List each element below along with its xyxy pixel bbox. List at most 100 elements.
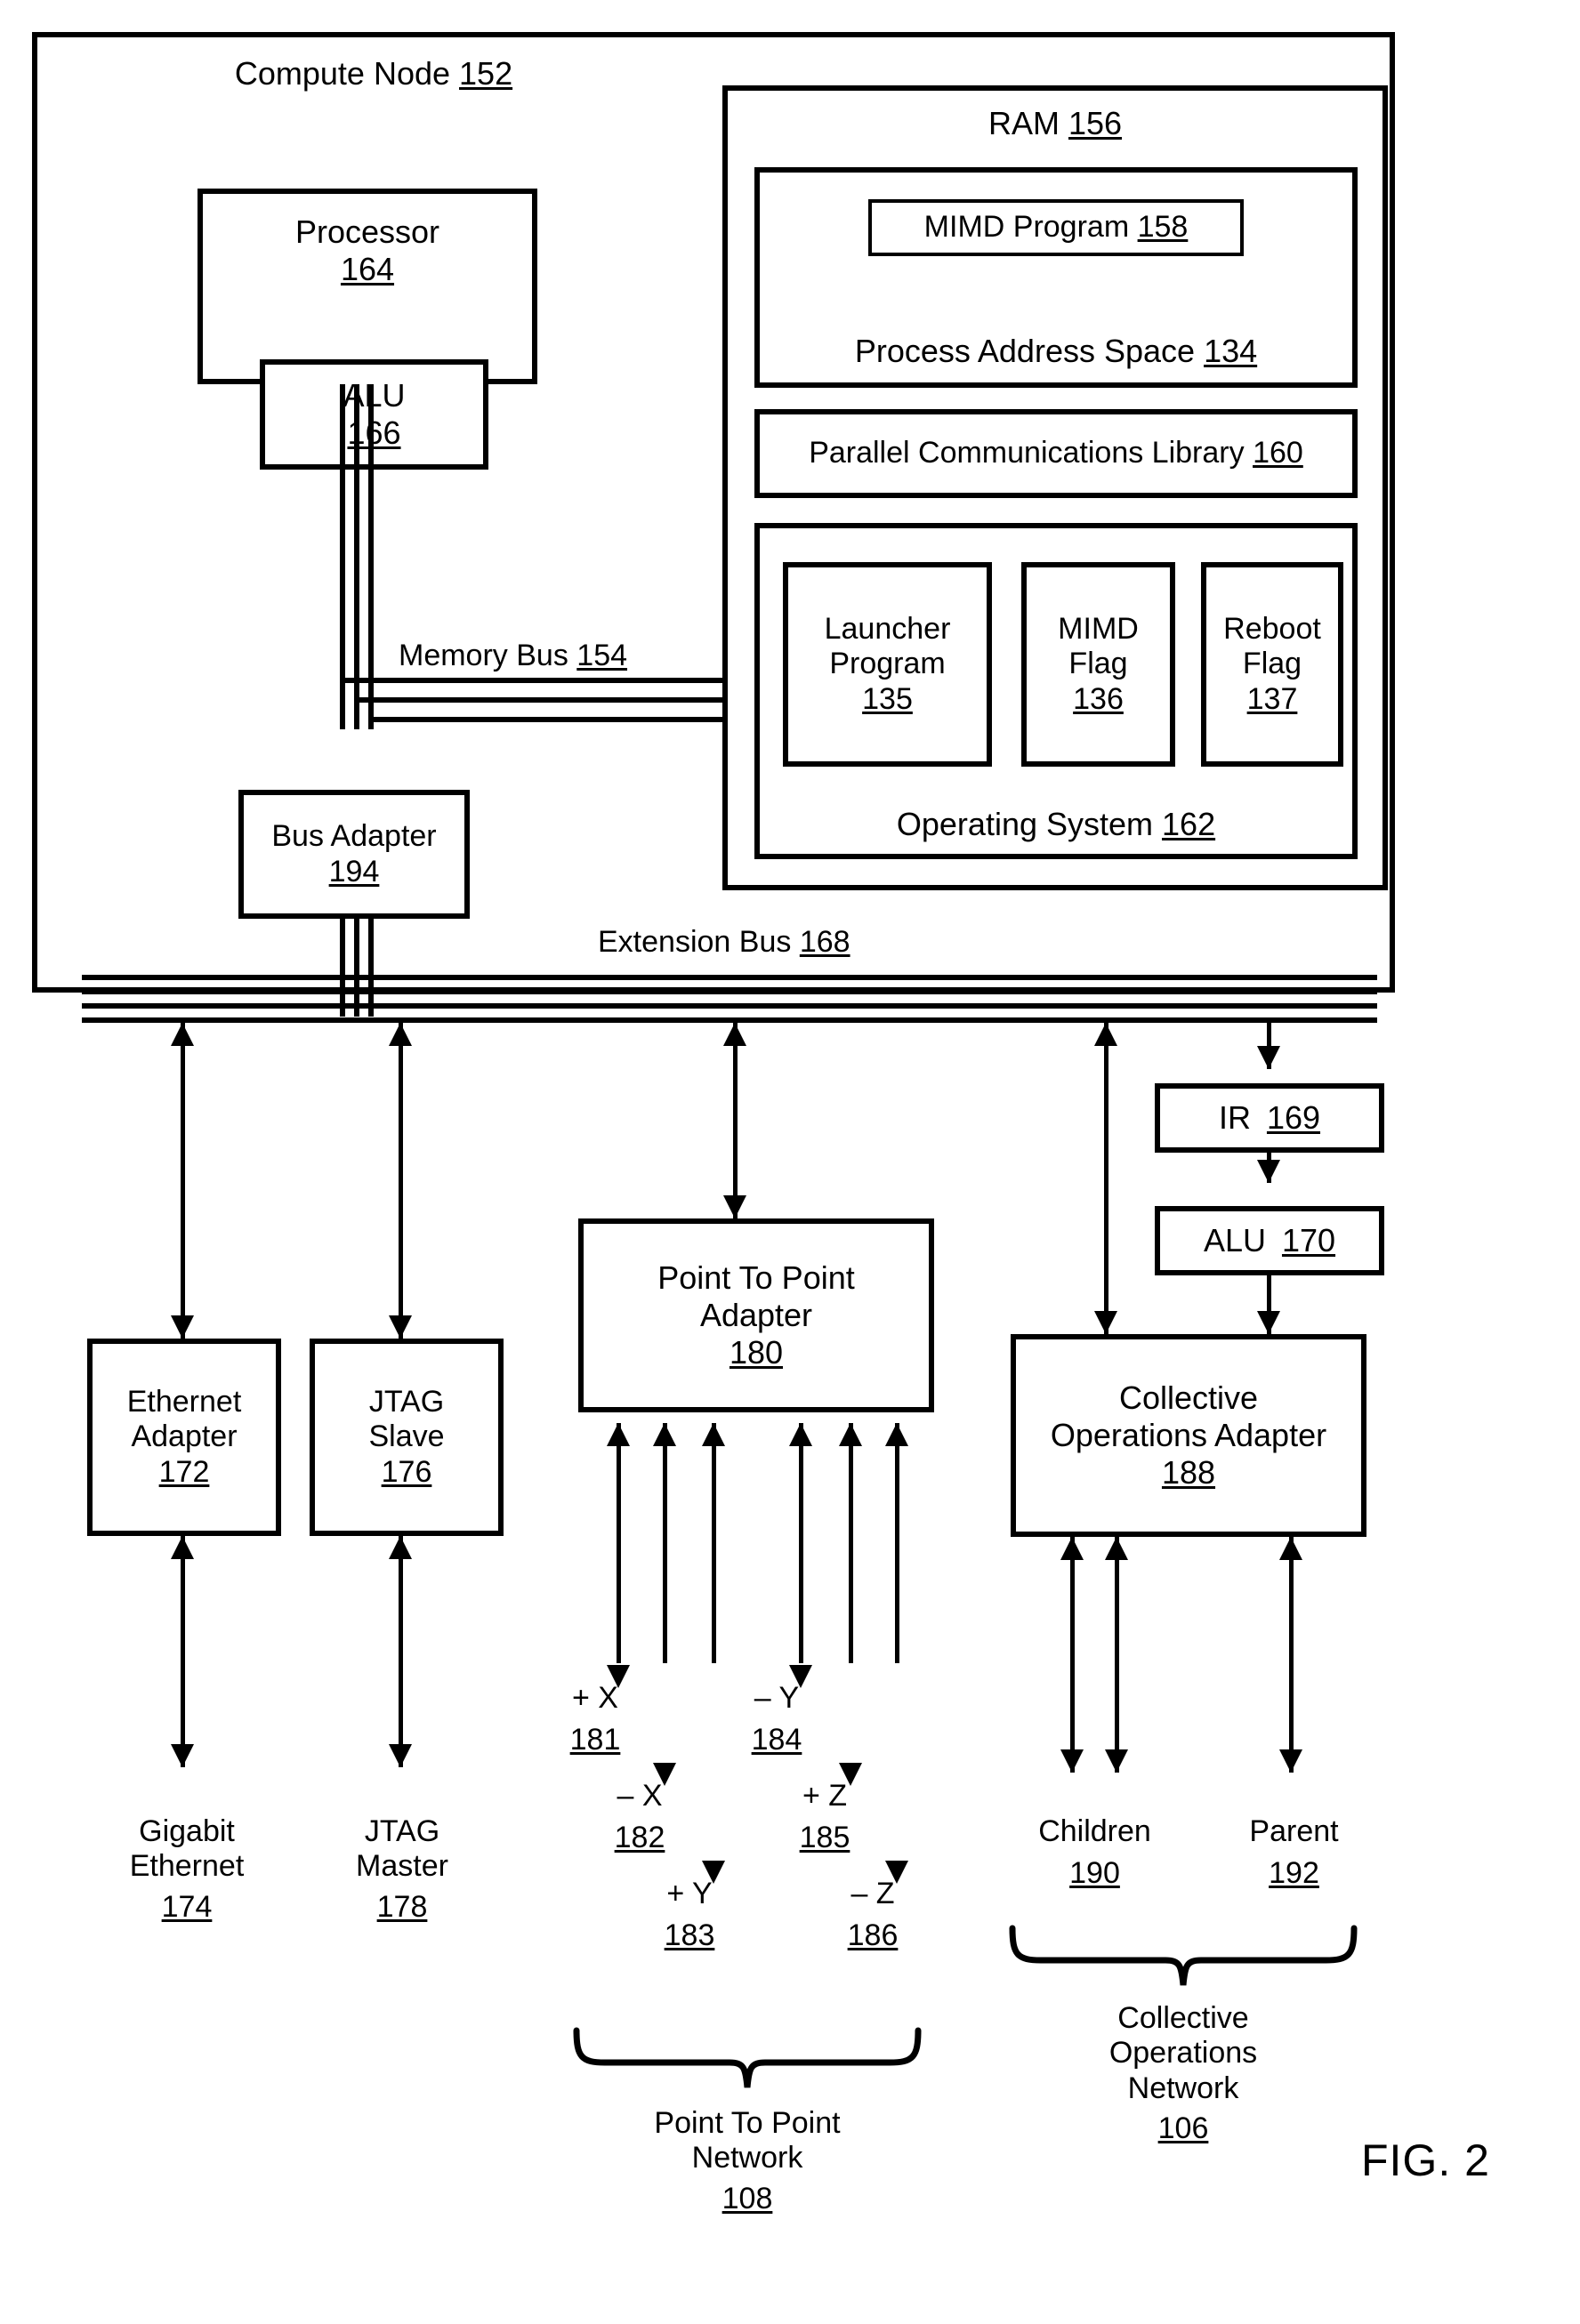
reboot-flag-line1: Reboot: [1223, 611, 1321, 646]
point-to-point-adapter-ref: 180: [729, 1333, 784, 1371]
torus-link-2-up-line: [663, 1423, 667, 1663]
torus-link-2-ref: 182: [614, 1821, 665, 1855]
ram-label: RAM: [988, 105, 1060, 141]
jtag-master-arrow-up: [389, 1536, 412, 1559]
alu-170-box: ALU 170: [1155, 1206, 1384, 1275]
jtag-slave-ref: 176: [381, 1454, 432, 1489]
mimd-program-box: MIMD Program 158: [868, 199, 1244, 256]
collective-operations-network-line2: Operations: [1108, 2036, 1258, 2071]
process-address-space-ref: 134: [1204, 333, 1258, 370]
processor-ref: 164: [340, 250, 395, 287]
point-to-point-network-label-group: Point To Point Network 108: [623, 2106, 872, 2216]
extension-bus-label: Extension Bus: [598, 925, 792, 959]
operating-system-title: Operating System 162: [897, 806, 1215, 843]
extension-bus-title: Extension Bus 168: [598, 925, 850, 960]
torus-link-3-label-group: + Y 183: [641, 1877, 738, 1954]
gigabit-ethernet-arrow-down: [171, 1744, 194, 1767]
torus-link-1-ref: 181: [569, 1723, 621, 1757]
jtag-master-ref: 178: [376, 1889, 428, 1924]
jtag-master-line: [399, 1536, 403, 1767]
bus-adapter-label: Bus Adapter: [271, 819, 437, 854]
jtag-master-arrow-down: [389, 1744, 412, 1767]
gigabit-ethernet-line1: Gigabit: [139, 1814, 235, 1848]
torus-link-5-up-arrow: [839, 1423, 862, 1446]
mimd-flag-box: MIMD Flag 136: [1021, 562, 1175, 767]
launcher-program-line2: Program: [829, 647, 946, 681]
collective-operations-network-brace: [1009, 1925, 1358, 1986]
gigabit-ethernet-arrow-up: [171, 1536, 194, 1559]
ir-feed-arrow: [1257, 1046, 1280, 1069]
compute-node-ref: 152: [459, 55, 513, 92]
reboot-flag-ref: 137: [1246, 681, 1298, 716]
parallel-communications-library-box: Parallel Communications Library 160: [754, 409, 1358, 498]
collective-ops-connector-line: [1104, 1023, 1108, 1334]
reboot-flag-box: Reboot Flag 137: [1201, 562, 1343, 767]
bus-adapter-drop-line-2: [354, 919, 359, 1017]
torus-link-4-up-line: [799, 1423, 803, 1663]
processor-box: Processor 164: [198, 189, 537, 384]
collective-ops-arrow-up: [1094, 1023, 1117, 1046]
ethernet-adapter-arrow-down: [171, 1315, 194, 1339]
point-to-point-adapter-line2: Adapter: [699, 1297, 813, 1334]
memory-bus-line-3-horizontal: [368, 717, 724, 722]
mimd-program-label: MIMD Program: [923, 210, 1130, 245]
children-label-group: Children 190: [1021, 1814, 1168, 1892]
ethernet-adapter-box: Ethernet Adapter 172: [87, 1339, 281, 1536]
torus-link-6-up-arrow: [885, 1423, 908, 1446]
parent-arrow-down: [1279, 1749, 1302, 1773]
collective-operations-adapter-line1: Collective: [1118, 1379, 1259, 1417]
parallel-communications-library-ref: 160: [1253, 436, 1303, 470]
point-to-point-adapter-box: Point To Point Adapter 180: [578, 1218, 934, 1412]
jtag-slave-arrow-down: [389, 1315, 412, 1339]
jtag-master-label-group: JTAG Master 178: [331, 1814, 473, 1925]
alu-170-ref: 170: [1281, 1222, 1336, 1259]
torus-link-2-label-group: – X 182: [591, 1779, 689, 1856]
bus-adapter-box: Bus Adapter 194: [238, 790, 470, 919]
memory-bus-title: Memory Bus 154: [399, 639, 627, 673]
torus-link-4-label: – Y: [754, 1681, 800, 1715]
mimd-program-ref: 158: [1137, 210, 1189, 245]
operating-system-label: Operating System: [896, 806, 1154, 843]
ir-169-ref: 169: [1266, 1099, 1321, 1137]
ir-to-alu-arrow: [1257, 1160, 1280, 1183]
jtag-slave-connector-line: [399, 1023, 403, 1339]
gigabit-ethernet-ref: 174: [161, 1889, 213, 1924]
children-arrow-a-up: [1060, 1537, 1084, 1560]
extension-bus-line-2: [82, 989, 1377, 994]
parent-ref: 192: [1269, 1856, 1319, 1891]
torus-link-1-up-arrow: [607, 1423, 630, 1446]
process-address-space-title: Process Address Space 134: [855, 333, 1257, 370]
ethernet-adapter-line1: Ethernet: [126, 1384, 242, 1419]
torus-link-6-ref: 186: [847, 1918, 899, 1953]
point-to-point-adapter-arrow-down: [723, 1195, 746, 1218]
children-ref: 190: [1069, 1856, 1120, 1891]
ir-169-box: IR 169: [1155, 1083, 1384, 1153]
jtag-slave-line1: JTAG: [368, 1384, 445, 1419]
torus-link-3-up-line: [712, 1423, 716, 1663]
alu-to-collective-arrow: [1257, 1311, 1280, 1334]
ir-169-label: IR: [1218, 1099, 1251, 1137]
ethernet-adapter-line2: Adapter: [131, 1419, 238, 1454]
point-to-point-network-brace: [573, 2027, 922, 2088]
torus-link-6-label: – Z: [850, 1877, 895, 1910]
alu-166-label: ALU: [343, 377, 406, 414]
parent-line: [1289, 1537, 1294, 1773]
bus-adapter-drop-line-3: [368, 919, 374, 1017]
alu-166-box: ALU 166: [260, 359, 488, 470]
children-arrow-b-down: [1105, 1749, 1128, 1773]
collective-operations-adapter-ref: 188: [1161, 1453, 1216, 1491]
torus-link-2-label: – X: [617, 1779, 663, 1813]
torus-link-6-label-group: – Z 186: [824, 1877, 922, 1954]
mimd-flag-line2: Flag: [1068, 647, 1128, 681]
memory-bus-line-1-horizontal: [340, 678, 724, 683]
extension-bus-line-1: [82, 975, 1377, 980]
torus-link-3-label: + Y: [666, 1877, 713, 1910]
torus-link-2-up-arrow: [653, 1423, 676, 1446]
launcher-program-ref: 135: [862, 681, 913, 716]
torus-link-1-label: + X: [572, 1681, 618, 1715]
bus-adapter-ref: 194: [328, 854, 380, 889]
gigabit-ethernet-line2: Ethernet: [129, 1849, 245, 1884]
jtag-slave-line2: Slave: [368, 1419, 445, 1454]
process-address-space-label: Process Address Space: [854, 333, 1196, 370]
parent-arrow-up: [1279, 1537, 1302, 1560]
